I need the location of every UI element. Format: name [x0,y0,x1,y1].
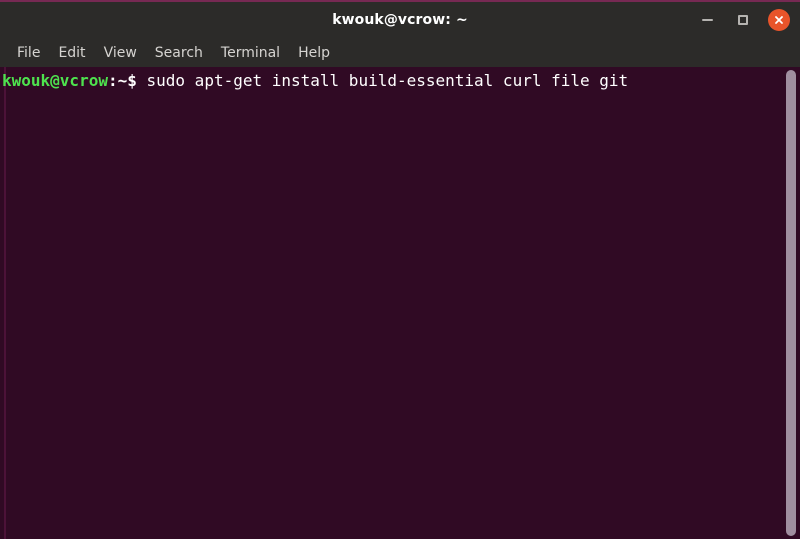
menu-bar: File Edit View Search Terminal Help [0,38,800,67]
menu-item-file[interactable]: File [8,43,49,63]
menu-item-search[interactable]: Search [146,43,212,63]
prompt-separator: :~$ [107,71,137,90]
menu-item-terminal[interactable]: Terminal [212,43,289,63]
prompt-user-host: kwouk@vcrow [2,71,108,90]
close-icon [775,16,783,24]
terminal-window: kwouk@vcrow: ~ File Edit View Search Ter… [0,0,800,539]
scrollbar-thumb[interactable] [786,70,796,536]
window-title: kwouk@vcrow: ~ [332,12,468,28]
terminal-command: sudo apt-get install build-essential cur… [146,71,629,90]
menu-item-help[interactable]: Help [289,43,339,63]
terminal-output-area[interactable]: kwouk@vcrow:~$ sudo apt-get install buil… [0,67,800,539]
terminal-left-border [4,67,6,539]
terminal-scrollbar[interactable] [782,67,800,539]
window-controls [696,2,790,38]
terminal-content: kwouk@vcrow:~$ sudo apt-get install buil… [2,71,780,91]
minimize-button[interactable] [696,9,718,31]
command-spacer [137,71,147,90]
maximize-button[interactable] [732,9,754,31]
terminal-prompt-line: kwouk@vcrow:~$ sudo apt-get install buil… [2,71,780,91]
title-bar[interactable]: kwouk@vcrow: ~ [0,2,800,38]
menu-item-edit[interactable]: Edit [49,43,94,63]
close-button[interactable] [768,9,790,31]
menu-item-view[interactable]: View [95,43,146,63]
